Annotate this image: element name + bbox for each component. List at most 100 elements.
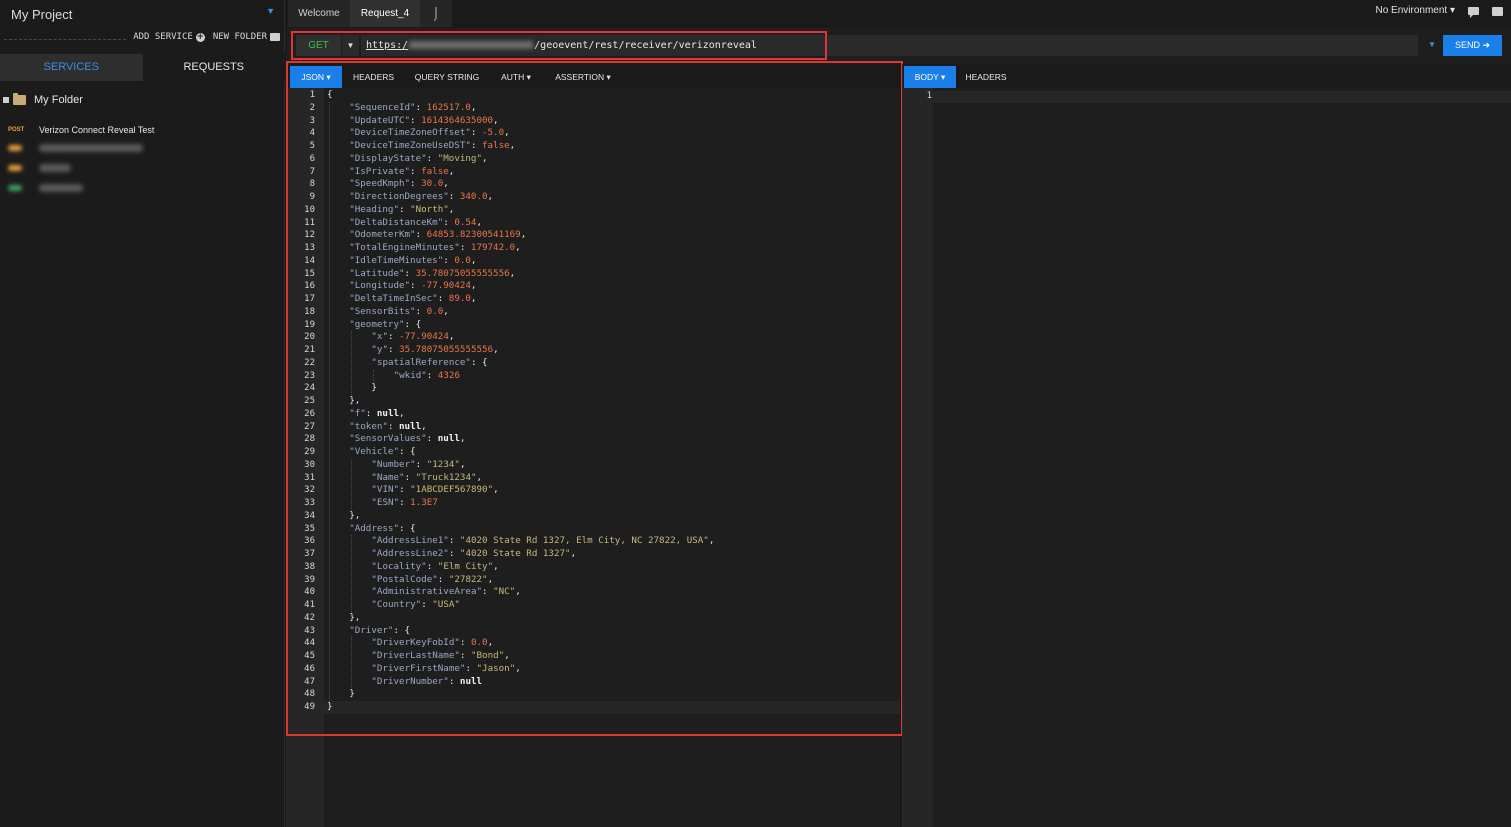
line-number: 6 (309, 153, 315, 164)
request-item[interactable] (0, 140, 285, 156)
tab-assertion[interactable]: ASSERTION ▾ (548, 66, 618, 88)
line-number: 27 (304, 421, 315, 432)
json-punctuation: , (470, 280, 477, 292)
json-key: "SensorBits" (349, 305, 416, 317)
code-line: "Vehicle": { (349, 446, 415, 459)
tab-response-headers[interactable]: HEADERS (961, 66, 1011, 88)
line-number: 16 (304, 281, 315, 292)
request-item[interactable] (0, 180, 285, 196)
tab-assertion-label: ASSERTION (555, 72, 605, 82)
line-number: 32 (304, 485, 315, 496)
json-punctuation: : (437, 293, 449, 304)
folder-icon (13, 93, 26, 105)
json-number: 35.78075055555556 (399, 344, 494, 355)
line-number: 44 (304, 638, 315, 649)
send-label: SEND (1454, 40, 1480, 50)
line-number: 31 (304, 472, 315, 483)
tab-welcome[interactable]: Welcome (288, 0, 350, 27)
line-number: 25 (304, 396, 315, 406)
code-line: } (327, 701, 333, 714)
json-key: "VIN" (371, 484, 400, 496)
json-punctuation: , (493, 344, 499, 355)
line-number: 37 (304, 549, 315, 559)
json-punctuation: , (520, 229, 527, 241)
code-line: "Latitude": 35.78075055555556, (349, 268, 515, 281)
line-number: 17 (304, 294, 315, 304)
url-input[interactable]: https:/ /geoevent/rest/receiver/verizonre… (361, 35, 1418, 56)
json-punctuation: : (365, 407, 377, 419)
code-line: "PostalCode": "27822", (371, 574, 493, 587)
code-line: "AddressLine1": "4020 State Rd 1327, Elm… (371, 535, 714, 548)
json-punctuation: : (426, 152, 438, 164)
chat-icon[interactable] (1468, 7, 1479, 18)
tab-requests[interactable]: REQUESTS (142, 54, 285, 81)
project-selector[interactable]: My Project ▼ (0, 0, 285, 28)
tab-query-string[interactable]: QUERY STRING (408, 66, 486, 88)
json-key: "SequenceId" (349, 101, 416, 113)
folder-label: My Folder (34, 94, 83, 106)
add-service-button[interactable]: ADD SERVICE + (133, 32, 205, 42)
json-punctuation: : (426, 433, 438, 445)
line-number: 26 (304, 408, 315, 419)
json-key: "UpdateUTC" (349, 114, 411, 126)
chevron-down-icon[interactable]: ▼ (342, 35, 359, 56)
tab-body[interactable]: BODY ▾ (904, 66, 956, 88)
json-null: null (437, 433, 460, 445)
settings-icon[interactable] (1492, 7, 1503, 16)
tab-headers[interactable]: HEADERS (346, 66, 401, 88)
request-item[interactable] (0, 160, 285, 176)
tab-services[interactable]: SERVICES (0, 54, 143, 81)
line-number: 1 (926, 91, 932, 101)
tab-body-label: BODY (914, 72, 939, 82)
send-button[interactable]: SEND ➔ (1443, 35, 1502, 56)
json-punctuation: , (487, 191, 494, 202)
json-punctuation: : { (398, 446, 416, 457)
json-punctuation: : (410, 114, 422, 126)
method-select[interactable]: GET (296, 35, 341, 56)
json-key: "f" (349, 407, 366, 419)
json-string: "27822" (448, 573, 488, 585)
sidebar-tabs: SERVICES REQUESTS (0, 54, 285, 81)
line-number: 14 (304, 255, 315, 266)
code-line: "ESN": 1.3E7 (371, 497, 437, 510)
method-badge (8, 185, 22, 191)
json-punctuation: : { (398, 522, 416, 534)
chevron-down-icon[interactable]: ▼ (1428, 40, 1436, 49)
redacted-host (409, 41, 534, 49)
json-key: "DriverKeyFobId" (371, 637, 460, 649)
code-line: "UpdateUTC": 1614364635000, (349, 115, 498, 128)
line-number: 49 (304, 702, 315, 712)
line-number: 45 (304, 651, 315, 661)
tab-request-4[interactable]: Request_4 (350, 0, 420, 27)
json-key: "AdministrativeArea" (371, 586, 483, 598)
code-line: "Longitude": -77.90424, (349, 280, 476, 293)
line-number: 48 (304, 689, 315, 700)
request-panel: JSON ▾ HEADERS QUERY STRING AUTH ▾ ASSER… (286, 64, 900, 827)
code-line: "y": 35.78075055555556, (371, 344, 498, 357)
json-punctuation: : (465, 662, 477, 674)
new-tab-button[interactable]: ⌡ (420, 0, 452, 27)
code-line: "DirectionDegrees": 340.0, (349, 191, 493, 204)
request-subtabs: JSON ▾ HEADERS QUERY STRING AUTH ▾ ASSER… (286, 64, 900, 88)
code-line: "DriverFirstName": "Jason", (371, 663, 520, 676)
json-number: 1.3E7 (410, 497, 438, 508)
json-key: "DeviceTimeZoneUseDST" (349, 140, 471, 151)
json-number: 0.0 (454, 254, 471, 266)
environment-selector[interactable]: No Environment ▾ (1375, 5, 1455, 16)
json-string: "4020 State Rd 1327" (459, 548, 571, 559)
tab-json[interactable]: JSON ▾ (290, 66, 342, 88)
collapse-icon[interactable] (3, 97, 9, 103)
request-item[interactable]: POST Verizon Connect Reveal Test (0, 122, 285, 138)
new-folder-button[interactable]: NEW FOLDER (213, 32, 280, 42)
code-line: "AddressLine2": "4020 State Rd 1327", (371, 548, 576, 561)
folder-item[interactable]: My Folder (0, 90, 285, 110)
code-line: "Driver": { (349, 625, 410, 638)
chevron-down-icon[interactable]: ▼ (266, 6, 275, 16)
tab-bar: Welcome Request_4 ⌡ No Environment ▾ (286, 0, 1511, 27)
json-punctuation: : (415, 458, 427, 470)
line-number: 29 (304, 447, 315, 457)
json-punctuation: }, (349, 611, 361, 623)
json-punctuation: } (371, 382, 377, 394)
tab-auth[interactable]: AUTH ▾ (492, 66, 540, 88)
response-body-viewer[interactable] (933, 88, 1511, 827)
